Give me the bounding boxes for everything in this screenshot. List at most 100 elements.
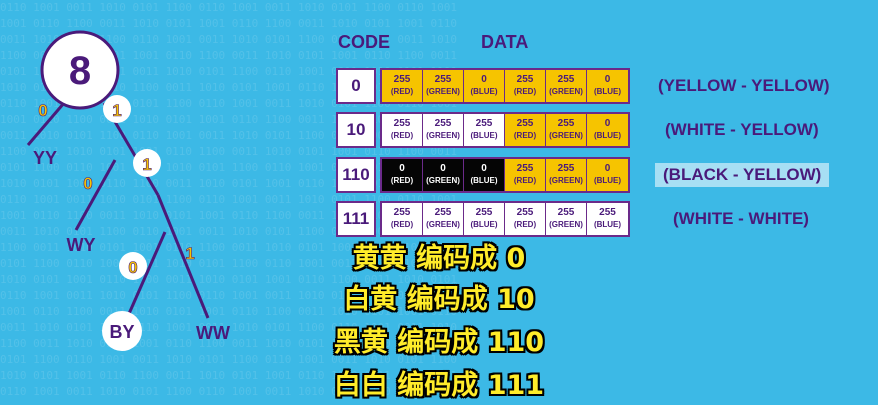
data-cell: 0 (BLUE) <box>464 70 505 102</box>
channel-value: 255 <box>599 207 616 218</box>
edge-label-n1-right: 1 <box>133 149 161 177</box>
channel-value: 0 <box>604 74 611 85</box>
channel-name: (RED) <box>390 220 414 229</box>
edge-n1-left <box>74 159 117 231</box>
data-cell: 255 (BLUE) <box>587 203 628 235</box>
data-cell: 255 (GREEN) <box>423 203 464 235</box>
edge-label-root-right: 1 <box>103 95 131 123</box>
channel-name: (RED) <box>513 131 537 140</box>
pixel-data-cells: 255 (RED) 255 (GREEN) 255 (BLUE) 255 (RED) 255 (G… <box>380 201 630 237</box>
channel-name: (GREEN) <box>426 220 460 229</box>
channel-value: 255 <box>516 207 534 218</box>
channel-value: 255 <box>475 207 493 218</box>
code-value: 111 <box>336 201 376 237</box>
channel-name: (BLUE) <box>470 87 498 96</box>
color-pair-label: (BLACK - YELLOW) <box>655 163 830 187</box>
channel-value: 0 <box>481 163 487 174</box>
channel-name: (RED) <box>390 176 414 185</box>
subtitle-line-2: 白黄 编码成 10 <box>343 284 535 315</box>
pixel-data-cells: 255 (RED) 255 (GREEN) 255 (BLUE) 255 (RED) 255 (G… <box>380 112 630 148</box>
code-row: 10 255 (RED) 255 (GREEN) 255 (BLUE) 255 (RED) 255… <box>336 112 630 148</box>
channel-value: 255 <box>557 74 575 85</box>
pixel-data-cells: 0 (RED) 0 (GREEN) 0 (BLUE) 255 (RED) 255 (GREEN) 0… <box>380 157 630 193</box>
edge-label-root-left: 0 <box>38 101 48 121</box>
channel-name: (GREEN) <box>426 176 460 185</box>
data-cell: 255 (RED) <box>382 70 423 102</box>
channel-value: 255 <box>516 74 534 85</box>
channel-name: (RED) <box>513 176 537 185</box>
channel-value: 0 <box>604 163 611 174</box>
data-cell: 255 (RED) <box>382 203 423 235</box>
data-cell: 0 (BLUE) <box>464 159 505 191</box>
data-cell: 255 (RED) <box>505 70 546 102</box>
channel-value: 255 <box>557 207 575 218</box>
channel-value: 255 <box>434 74 452 85</box>
channel-name: (BLUE) <box>470 176 498 185</box>
code-row: 0 255 (RED) 255 (GREEN) 0 (BLUE) 255 (RED) 255 (GR… <box>336 68 630 104</box>
subtitle-line-1: 黄黄 编码成 0 <box>352 243 526 274</box>
svg-text:1: 1 <box>112 101 121 120</box>
channel-name: (BLUE) <box>470 131 498 140</box>
root-node-label: 8 <box>69 49 91 93</box>
data-cell: 255 (GREEN) <box>423 70 464 102</box>
channel-value: 0 <box>440 163 446 174</box>
data-cell: 255 (GREEN) <box>423 114 464 146</box>
data-cell: 255 (GREEN) <box>546 159 587 191</box>
channel-name: (GREEN) <box>426 87 460 96</box>
channel-value: 255 <box>393 207 411 218</box>
color-pair-label: (WHITE - WHITE) <box>673 209 809 228</box>
data-cell: 0 (RED) <box>382 159 423 191</box>
channel-value: 255 <box>393 118 411 129</box>
channel-name: (RED) <box>390 131 414 140</box>
data-cell: 255 (GREEN) <box>546 203 587 235</box>
code-value: 110 <box>336 157 376 193</box>
channel-name: (RED) <box>513 87 537 96</box>
channel-value: 0 <box>604 118 611 129</box>
channel-value: 0 <box>399 163 405 174</box>
channel-name: (BLUE) <box>593 176 622 185</box>
subtitle-line-4: 白白 编码成 111 <box>333 370 545 401</box>
data-cell: 255 (RED) <box>382 114 423 146</box>
code-header: CODE <box>338 32 391 52</box>
channel-name: (GREEN) <box>549 87 583 96</box>
code-row: 110 0 (RED) 0 (GREEN) 0 (BLUE) 255 (RED) 255 (GREE… <box>336 157 630 193</box>
channel-name: (BLUE) <box>470 220 498 229</box>
channel-value: 255 <box>557 118 575 129</box>
channel-name: (RED) <box>390 87 414 96</box>
channel-name: (GREEN) <box>426 131 460 140</box>
edge-label-n1-left: 0 <box>83 174 93 194</box>
svg-text:0: 0 <box>38 101 47 120</box>
data-cell: 255 (GREEN) <box>546 114 587 146</box>
channel-value: 255 <box>393 74 411 85</box>
channel-value: 0 <box>481 74 487 85</box>
channel-name: (BLUE) <box>593 220 622 229</box>
data-cell: 255 (BLUE) <box>464 114 505 146</box>
channel-value: 255 <box>434 207 452 218</box>
color-pair-label: (YELLOW - YELLOW) <box>658 76 830 95</box>
channel-name: (GREEN) <box>549 176 583 185</box>
channel-name: (GREEN) <box>549 131 583 140</box>
svg-text:0: 0 <box>83 174 92 193</box>
data-cell: 255 (RED) <box>505 203 546 235</box>
channel-value: 255 <box>434 118 452 129</box>
channel-name: (BLUE) <box>593 87 622 96</box>
code-value: 0 <box>336 68 376 104</box>
channel-value: 255 <box>516 163 534 174</box>
channel-name: (BLUE) <box>593 131 622 140</box>
channel-name: (GREEN) <box>549 220 583 229</box>
channel-value: 255 <box>557 163 575 174</box>
subtitle-line-3: 黑黄 编码成 110 <box>333 327 545 358</box>
data-cell: 255 (GREEN) <box>546 70 587 102</box>
channel-name: (RED) <box>513 220 537 229</box>
data-cell: 0 (GREEN) <box>423 159 464 191</box>
data-cell: 0 (BLUE) <box>587 114 628 146</box>
svg-text:1: 1 <box>142 155 151 174</box>
pixel-data-cells: 255 (RED) 255 (GREEN) 0 (BLUE) 255 (RED) 255 (GRE… <box>380 68 630 104</box>
data-header: DATA <box>481 32 529 52</box>
code-row: 111 255 (RED) 255 (GREEN) 255 (BLUE) 255 (RED) 25… <box>336 201 630 237</box>
data-cell: 255 (BLUE) <box>464 203 505 235</box>
channel-value: 255 <box>516 118 534 129</box>
data-cell: 0 (BLUE) <box>587 159 628 191</box>
channel-value: 255 <box>475 118 493 129</box>
data-cell: 255 (RED) <box>505 114 546 146</box>
